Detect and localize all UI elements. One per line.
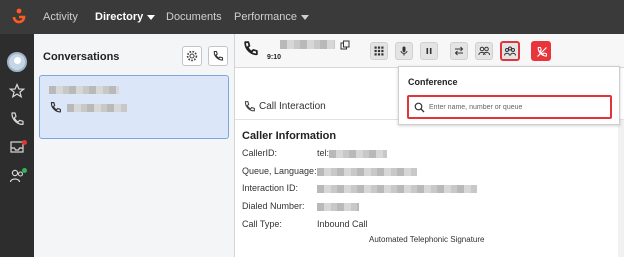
chevron-down-icon: [147, 14, 156, 20]
consult-button[interactable]: [475, 42, 493, 60]
callerid-value-prefix: tel:: [317, 148, 330, 158]
scrollbar[interactable]: [618, 120, 624, 257]
conversation-card[interactable]: [39, 75, 229, 139]
field-label: Queue, Language:: [242, 166, 317, 176]
call-toolbar: 9:10: [235, 34, 624, 68]
redacted-dialed-number: [317, 203, 359, 211]
user-avatar[interactable]: [7, 52, 27, 72]
end-call-button[interactable]: [531, 41, 551, 61]
nav-directory-label: Directory: [95, 11, 144, 23]
phone-icon: [213, 50, 224, 61]
pause-icon: [426, 48, 432, 54]
gear-icon: [186, 50, 198, 62]
call-type-value: Inbound Call: [317, 219, 368, 229]
redacted-caller-id: [329, 150, 387, 158]
hang-up-icon: [537, 46, 548, 57]
transfer-button[interactable]: [450, 42, 468, 60]
call-timer: 9:10: [267, 54, 282, 61]
copy-icon[interactable]: [340, 40, 350, 50]
phone-icon[interactable]: [9, 111, 25, 127]
phone-icon: [244, 101, 255, 112]
redacted-caller-name: [49, 86, 119, 94]
new-call-button[interactable]: [208, 46, 228, 66]
top-nav-bar: Activity Directory Documents Performance: [0, 0, 624, 34]
redacted-interaction-id: [317, 185, 477, 193]
call-interaction-label: Call Interaction: [259, 101, 326, 112]
conversations-title: Conversations: [43, 51, 120, 63]
field-label: Call Type:: [242, 219, 282, 229]
dialpad-button[interactable]: [370, 42, 388, 60]
chevron-down-icon: [300, 14, 309, 20]
app-logo-icon: [12, 8, 26, 24]
nav-performance[interactable]: Performance: [234, 11, 309, 23]
status-online-dot: [22, 168, 27, 173]
microphone-icon: [400, 46, 408, 56]
caller-information-title: Caller Information: [242, 130, 337, 142]
field-label: CallerID:: [242, 148, 278, 158]
phone-icon: [244, 41, 258, 56]
phone-icon: [50, 102, 61, 113]
consult-icon: [478, 46, 490, 56]
mute-button[interactable]: [395, 42, 413, 60]
search-icon: [414, 102, 425, 113]
redacted-caller-name: [280, 40, 335, 49]
signature-text: Automated Telephonic Signature: [369, 235, 485, 244]
conference-search-box: [407, 95, 612, 119]
conference-search-input[interactable]: [429, 100, 607, 115]
star-icon[interactable]: [9, 83, 25, 99]
field-label: Dialed Number:: [242, 201, 305, 211]
conversations-settings-button[interactable]: [182, 46, 202, 66]
nav-activity[interactable]: Activity: [43, 11, 78, 23]
conference-button[interactable]: [500, 41, 520, 61]
hold-button[interactable]: [420, 42, 438, 60]
conversations-panel: Conversations: [34, 34, 235, 257]
nav-documents[interactable]: Documents: [166, 11, 222, 23]
field-label: Interaction ID:: [242, 183, 299, 193]
redacted-caller-number: [67, 104, 127, 112]
redacted-queue-language: [317, 168, 417, 176]
dialpad-icon: [374, 46, 384, 56]
transfer-icon: [454, 46, 464, 56]
nav-directory[interactable]: Directory: [95, 11, 156, 23]
conference-icon: [504, 46, 516, 56]
nav-performance-label: Performance: [234, 11, 297, 23]
inbox-notification-dot: [22, 140, 27, 145]
conference-title: Conference: [408, 77, 458, 87]
conference-popup: Conference: [398, 66, 620, 125]
